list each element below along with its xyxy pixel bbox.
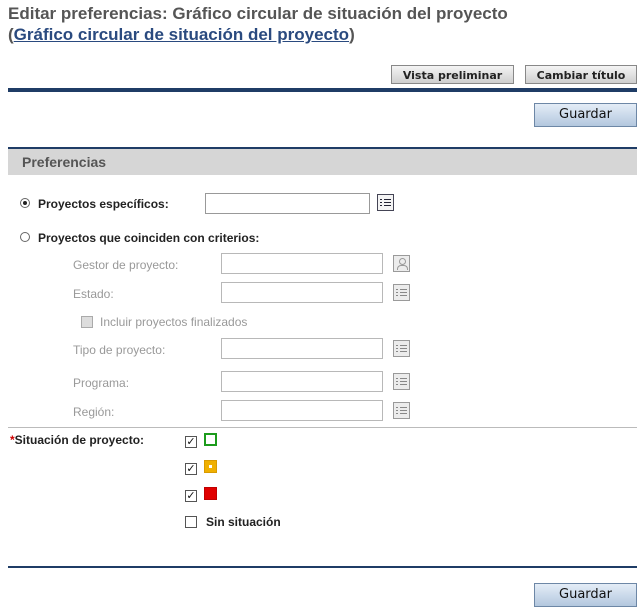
- status-red-icon: [204, 487, 217, 500]
- include-finished-checkbox[interactable]: [81, 316, 93, 328]
- preferences-section-header: Preferencias: [8, 147, 637, 175]
- status-label-text: Situación de proyecto:: [14, 433, 145, 447]
- region-label: Región:: [73, 405, 115, 419]
- list-selector-icon[interactable]: [377, 194, 394, 211]
- specific-projects-radio[interactable]: [20, 198, 30, 208]
- manager-input[interactable]: [221, 253, 383, 274]
- status-label: *Situación de proyecto:: [10, 433, 144, 447]
- top-divider-bar: [8, 88, 637, 92]
- program-input[interactable]: [221, 371, 383, 392]
- program-label: Programa:: [73, 376, 130, 390]
- criteria-projects-label: Proyectos que coinciden con criterios:: [38, 231, 260, 245]
- specific-projects-input[interactable]: [205, 193, 370, 214]
- list-selector-icon[interactable]: [393, 373, 410, 390]
- status-red-checkbox[interactable]: ✓: [185, 490, 197, 502]
- bottom-divider-bar: [8, 566, 637, 568]
- change-title-button[interactable]: Cambiar título: [525, 65, 637, 84]
- list-selector-icon[interactable]: [393, 284, 410, 301]
- specific-projects-label: Proyectos específicos:: [38, 197, 169, 211]
- save-button-top[interactable]: Guardar: [534, 103, 637, 127]
- status-green-checkbox[interactable]: ✓: [185, 436, 197, 448]
- status-yellow-checkbox[interactable]: ✓: [185, 463, 197, 475]
- portlet-title-link[interactable]: Gráfico circular de situación del proyec…: [14, 25, 349, 44]
- page-title-text: Editar preferencias: Gráfico circular de…: [8, 4, 508, 23]
- project-type-input[interactable]: [221, 338, 383, 359]
- list-selector-icon[interactable]: [393, 402, 410, 419]
- no-status-checkbox[interactable]: [185, 516, 197, 528]
- paren-close: ): [349, 25, 355, 44]
- state-input[interactable]: [221, 282, 383, 303]
- manager-label: Gestor de proyecto:: [73, 258, 179, 272]
- section-title: Preferencias: [22, 154, 107, 170]
- save-button-bottom[interactable]: Guardar: [534, 583, 637, 607]
- page-title: Editar preferencias: Gráfico circular de…: [8, 3, 508, 45]
- preview-button[interactable]: Vista preliminar: [391, 65, 514, 84]
- list-selector-icon[interactable]: [393, 340, 410, 357]
- include-finished-label: Incluir proyectos finalizados: [100, 315, 248, 329]
- no-status-label: Sin situación: [206, 515, 281, 529]
- status-yellow-icon: [204, 460, 217, 473]
- region-input[interactable]: [221, 400, 383, 421]
- status-divider: [8, 427, 637, 428]
- project-type-label: Tipo de proyecto:: [73, 343, 166, 357]
- criteria-projects-radio[interactable]: [20, 232, 30, 242]
- user-picker-icon[interactable]: [393, 255, 410, 272]
- state-label: Estado:: [73, 287, 114, 301]
- status-green-icon: [204, 433, 217, 446]
